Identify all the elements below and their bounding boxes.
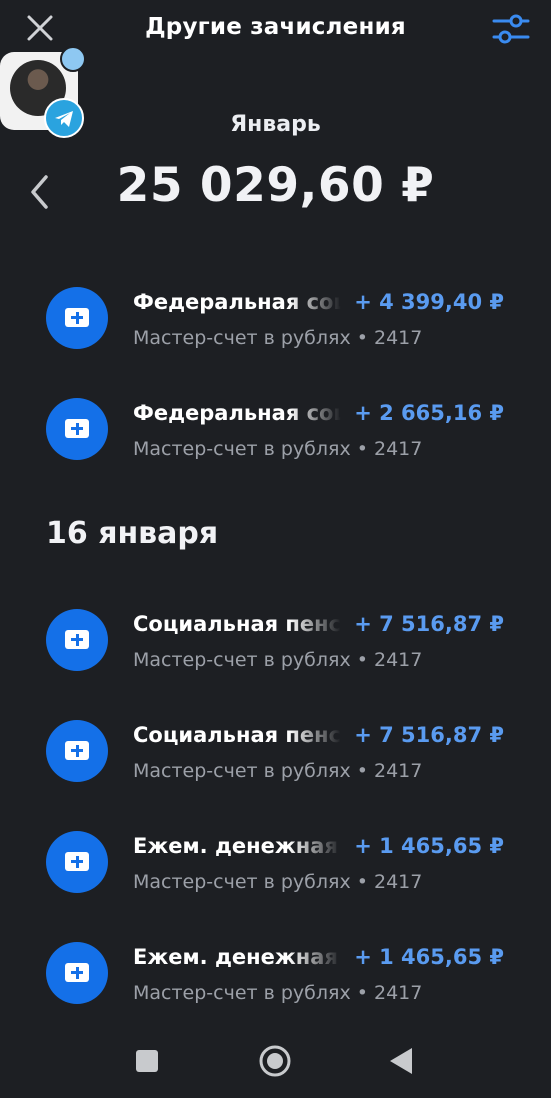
transaction-account: Мастер-счет в рублях • 2417 (133, 760, 423, 782)
transaction-amount: + 2 665,16 ₽ (354, 401, 504, 425)
transaction-row[interactable]: Социальная пенсия + 7 516,87 ₽ Мастер-сч… (0, 599, 551, 699)
system-nav-bar (0, 1020, 551, 1098)
briefcase-plus-icon (46, 720, 108, 782)
transaction-row[interactable]: Федеральная социальная доплата + 2 665,1… (0, 388, 551, 488)
notification-dot-icon (60, 46, 86, 72)
briefcase-plus-icon (46, 831, 108, 893)
home-circle-icon (259, 1045, 291, 1077)
transaction-account: Мастер-счет в рублях • 2417 (133, 982, 423, 1004)
transaction-amount: + 7 516,87 ₽ (354, 723, 504, 747)
transaction-amount: + 1 465,65 ₽ (354, 834, 504, 858)
transaction-amount: + 4 399,40 ₽ (354, 290, 504, 314)
transaction-account: Мастер-счет в рублях • 2417 (133, 327, 423, 349)
transaction-amount: + 1 465,65 ₽ (354, 945, 504, 969)
transaction-row[interactable]: Социальная пенсия + 7 516,87 ₽ Мастер-сч… (0, 710, 551, 810)
briefcase-plus-icon (46, 287, 108, 349)
home-button[interactable] (258, 1044, 292, 1078)
transaction-amount: + 7 516,87 ₽ (354, 612, 504, 636)
transaction-account: Мастер-счет в рублях • 2417 (133, 871, 423, 893)
transaction-name: Федеральная социальная доплата (133, 290, 341, 314)
transaction-name: Ежем. денежная выплата (133, 945, 341, 969)
back-triangle-icon (390, 1048, 412, 1074)
period-month: Январь (230, 112, 321, 137)
filter-sliders-icon (492, 14, 530, 44)
page-title: Другие зачисления (145, 14, 406, 40)
briefcase-plus-icon (46, 942, 108, 1004)
recent-apps-icon[interactable] (136, 1050, 158, 1072)
date-group-header: 16 января (46, 516, 219, 551)
transaction-row[interactable]: Ежем. денежная выплата + 1 465,65 ₽ Маст… (0, 932, 551, 1032)
transaction-row[interactable]: Ежем. денежная выплата + 1 465,65 ₽ Маст… (0, 821, 551, 921)
transaction-row[interactable]: Федеральная социальная доплата + 4 399,4… (0, 277, 551, 377)
transaction-name: Федеральная социальная доплата (133, 401, 341, 425)
briefcase-plus-icon (46, 609, 108, 671)
back-button[interactable] (388, 1046, 414, 1076)
transaction-account: Мастер-счет в рублях • 2417 (133, 649, 423, 671)
transaction-name: Социальная пенсия (133, 612, 341, 636)
filter-button[interactable] (490, 8, 532, 50)
period-total: 25 029,60 ₽ (116, 158, 435, 213)
briefcase-plus-icon (46, 398, 108, 460)
transaction-account: Мастер-счет в рублях • 2417 (133, 438, 423, 460)
transaction-name: Социальная пенсия (133, 723, 341, 747)
transaction-name: Ежем. денежная выплата (133, 834, 341, 858)
